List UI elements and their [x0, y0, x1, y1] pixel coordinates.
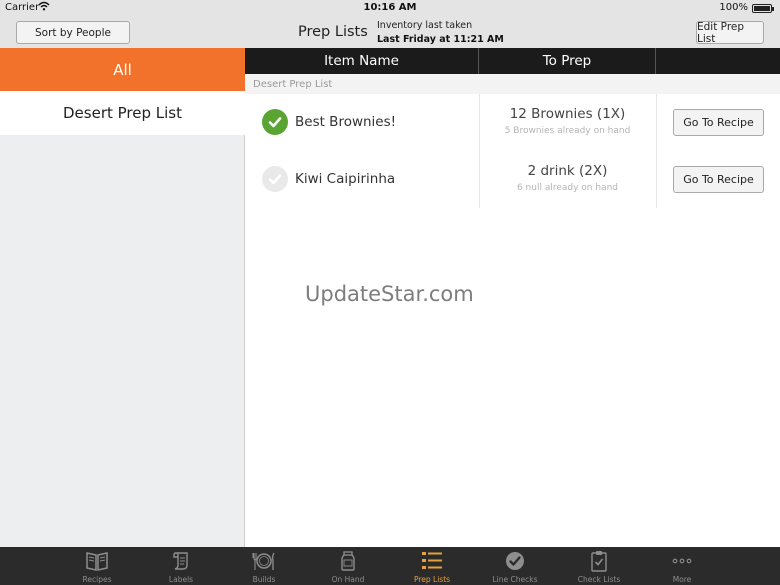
edit-prep-list-button[interactable]: Edit Prep List [696, 21, 764, 45]
on-hand-note: 6 null already on hand [516, 183, 619, 193]
more-dots-icon [670, 550, 694, 572]
sidebar: All Desert Prep List [0, 48, 245, 547]
tab-label: Labels [168, 575, 194, 584]
tab-label: Recipes [82, 575, 112, 584]
tab-on-hand[interactable]: On Hand [306, 547, 390, 585]
sort-by-people-button[interactable]: Sort by People [16, 21, 130, 44]
tab-labels[interactable]: Labels [139, 547, 223, 585]
item-name: Best Brownies! [295, 114, 397, 130]
tab-label: Check Lists [577, 575, 621, 584]
column-divider [656, 151, 657, 208]
status-bar: Carrier 10:16 AM 100% [0, 0, 780, 16]
checkmark-icon[interactable] [262, 166, 288, 192]
label-icon [169, 550, 193, 572]
column-header-item-name: Item Name [245, 48, 479, 74]
prep-amount: 12 Brownies (1X) [509, 106, 626, 122]
tab-more[interactable]: More [640, 547, 724, 585]
tab-label: More [672, 575, 692, 584]
tab-prep-lists[interactable]: Prep Lists [390, 547, 474, 585]
list-icon [420, 550, 444, 572]
tab-check-lists[interactable]: Check Lists [557, 547, 641, 585]
tab-recipes[interactable]: Recipes [55, 547, 139, 585]
column-divider [479, 151, 480, 208]
tab-line-checks[interactable]: Line Checks [473, 547, 557, 585]
jar-icon [336, 550, 360, 572]
tab-builds[interactable]: Builds [222, 547, 306, 585]
nav-bar: Sort by People Prep Lists Inventory last… [0, 16, 780, 48]
plate-cutlery-icon [252, 550, 276, 572]
tab-label: On Hand [331, 575, 365, 584]
sidebar-item-desert-prep-list[interactable]: Desert Prep List [0, 91, 245, 135]
tab-label: Prep Lists [413, 575, 451, 584]
battery-icon [752, 4, 774, 13]
inventory-value: Last Friday at 11:21 AM [377, 34, 504, 45]
tab-label: Line Checks [492, 575, 538, 584]
go-to-recipe-button[interactable]: Go To Recipe [673, 166, 764, 193]
battery-percent: 100% [719, 2, 748, 13]
sidebar-item-all[interactable]: All [0, 48, 245, 91]
on-hand-note: 5 Brownies already on hand [504, 126, 631, 136]
checkmark-icon[interactable] [262, 109, 288, 135]
clock: 10:16 AM [363, 2, 417, 13]
check-circle-icon [503, 550, 527, 572]
go-to-recipe-button[interactable]: Go To Recipe [673, 109, 764, 136]
section-header: Desert Prep List [245, 74, 780, 94]
prep-amount: 2 drink (2X) [527, 163, 608, 179]
tab-label: Builds [252, 575, 276, 584]
column-divider [479, 94, 480, 151]
table-row: Best Brownies! 12 Brownies (1X) 5 Browni… [245, 94, 780, 151]
table-row: Kiwi Caipirinha 2 drink (2X) 6 null alre… [245, 151, 780, 208]
clipboard-check-icon [587, 550, 611, 572]
column-header-to-prep: To Prep [479, 48, 656, 74]
tab-bar: Recipes Labels Builds On Hand Prep Lists… [0, 547, 780, 585]
inventory-label: Inventory last taken [377, 20, 473, 31]
item-name: Kiwi Caipirinha [295, 171, 396, 187]
watermark: UpdateStar.com [305, 282, 474, 306]
page-title: Prep Lists [298, 24, 368, 40]
table-header: Item Name To Prep [245, 48, 780, 74]
book-icon [85, 550, 109, 572]
column-divider [656, 94, 657, 151]
